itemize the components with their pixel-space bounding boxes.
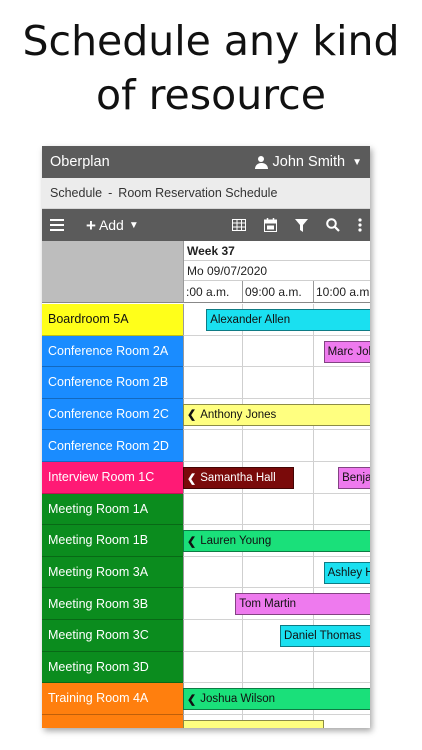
time-header-cell: 10:00 a.m. (313, 281, 370, 302)
search-icon (326, 218, 340, 232)
toolbar: + Add ▼ (42, 209, 370, 241)
chevron-left-icon: ❮ (187, 535, 197, 548)
calendar-button[interactable] (264, 209, 277, 241)
room-row-label[interactable]: Conference Room 2B (42, 367, 183, 399)
event-label: Tom Martin (239, 598, 297, 611)
room-row-label[interactable]: Meeting Room 3B (42, 588, 183, 620)
hamburger-icon (50, 219, 64, 231)
time-header-cell: :00 a.m. (186, 284, 230, 299)
breadcrumb-separator: - (108, 186, 113, 200)
reservation-event[interactable]: Benjamin (338, 467, 370, 489)
chevron-left-icon: ❮ (187, 472, 197, 485)
timeline-header: Week 37 Mo 09/07/2020 :00 a.m. 09:00 a.m.… (183, 241, 370, 303)
event-label: Joshua Wilson (200, 693, 276, 706)
room-row-label[interactable]: Interview Room 1C (42, 462, 183, 494)
room-row-label[interactable]: Meeting Room 3C (42, 620, 183, 652)
room-row-label[interactable]: Meeting Room 3D (42, 651, 183, 684)
filter-icon (295, 218, 308, 232)
reservation-event[interactable]: Tom Martin (235, 593, 370, 616)
room-row-label[interactable]: Meeting Room 1B (42, 525, 183, 557)
reservation-event[interactable]: Ashley Harris (323, 561, 370, 584)
chevron-left-icon: ❮ (187, 693, 197, 706)
event-label: Marc Johnson (327, 345, 370, 358)
headline: Schedule any kind of resource (0, 14, 422, 122)
add-button[interactable]: + Add ▼ (86, 209, 139, 241)
more-button[interactable] (358, 209, 362, 241)
headline-line-2: of resource (96, 71, 326, 119)
add-button-label: Add (98, 217, 124, 233)
app-bar: Oberplan John Smith ▼ (42, 146, 370, 178)
time-header-row: :00 a.m. 09:00 a.m. 10:00 a.m. (184, 281, 370, 302)
date-label: Mo 09/07/2020 (184, 261, 370, 281)
room-row-label[interactable]: Meeting Room 1A (42, 493, 183, 526)
room-row-label[interactable] (42, 714, 183, 728)
more-vertical-icon (358, 218, 362, 232)
room-row-label[interactable]: Conference Room 2C (42, 398, 183, 431)
event-label: Benjamin (342, 472, 370, 484)
filter-button[interactable] (295, 209, 308, 241)
plus-icon: + (86, 215, 96, 235)
event-label: Alexander Allen (210, 314, 291, 326)
reservation-event[interactable]: ❮ Samantha Hall (183, 467, 295, 489)
reservation-event[interactable]: Marc Johnson (323, 340, 370, 363)
room-lane[interactable] (183, 651, 370, 684)
event-label: Ashley Harris (327, 566, 370, 579)
event-label: Lauren Young (200, 535, 272, 548)
user-icon (254, 155, 268, 169)
room-row-label[interactable]: Training Room 4A (42, 683, 183, 715)
room-row-label[interactable]: Boardroom 5A (42, 304, 183, 336)
room-lane[interactable] (183, 430, 370, 462)
user-name: John Smith (272, 154, 346, 170)
reservation-event[interactable]: Alexander Allen (206, 309, 370, 331)
schedule-body: Boardroom 5A Conference Room 2A Conference… (42, 304, 370, 728)
reservation-event[interactable]: ❮ Joshua Wilson (183, 688, 370, 711)
search-button[interactable] (326, 209, 340, 241)
breadcrumb-page: Room Reservation Schedule (118, 186, 278, 200)
reservation-event[interactable]: Daniel Thomas (280, 625, 370, 647)
menu-button[interactable] (50, 209, 64, 241)
schedule-grid: Week 37 Mo 09/07/2020 :00 a.m. 09:00 a.m.… (42, 241, 370, 728)
event-label: Anthony Jones (200, 408, 277, 421)
chevron-down-icon: ▼ (352, 156, 362, 168)
event-label: Samantha Hall (200, 472, 276, 484)
chevron-down-icon: ▼ (128, 219, 139, 231)
room-row-label[interactable]: Conference Room 2A (42, 335, 183, 368)
app-title: Oberplan (50, 154, 110, 170)
room-lane[interactable] (183, 367, 370, 399)
headline-line-1: Schedule any kind (22, 17, 400, 65)
breadcrumb: Schedule - Room Reservation Schedule (42, 178, 370, 209)
reservation-event[interactable] (183, 719, 324, 728)
chevron-left-icon: ❮ (187, 409, 197, 422)
calendar-icon (264, 218, 277, 232)
reservation-event[interactable]: ❮ Lauren Young (183, 530, 370, 553)
grid-corner (42, 241, 183, 303)
room-row-label[interactable]: Meeting Room 3A (42, 556, 183, 589)
app-window: Oberplan John Smith ▼ Schedule - Room Re… (42, 146, 370, 728)
table-icon (232, 219, 246, 231)
table-view-button[interactable] (232, 209, 246, 241)
room-row-label[interactable]: Conference Room 2D (42, 430, 183, 462)
time-header-cell: 09:00 a.m. (242, 281, 313, 302)
week-label: Week 37 (184, 241, 370, 261)
room-lane[interactable] (183, 493, 370, 526)
breadcrumb-section[interactable]: Schedule (50, 186, 102, 200)
event-label: Daniel Thomas (284, 630, 362, 642)
user-menu[interactable]: John Smith ▼ (254, 154, 362, 170)
reservation-event[interactable]: ❮ Anthony Jones (183, 403, 370, 426)
